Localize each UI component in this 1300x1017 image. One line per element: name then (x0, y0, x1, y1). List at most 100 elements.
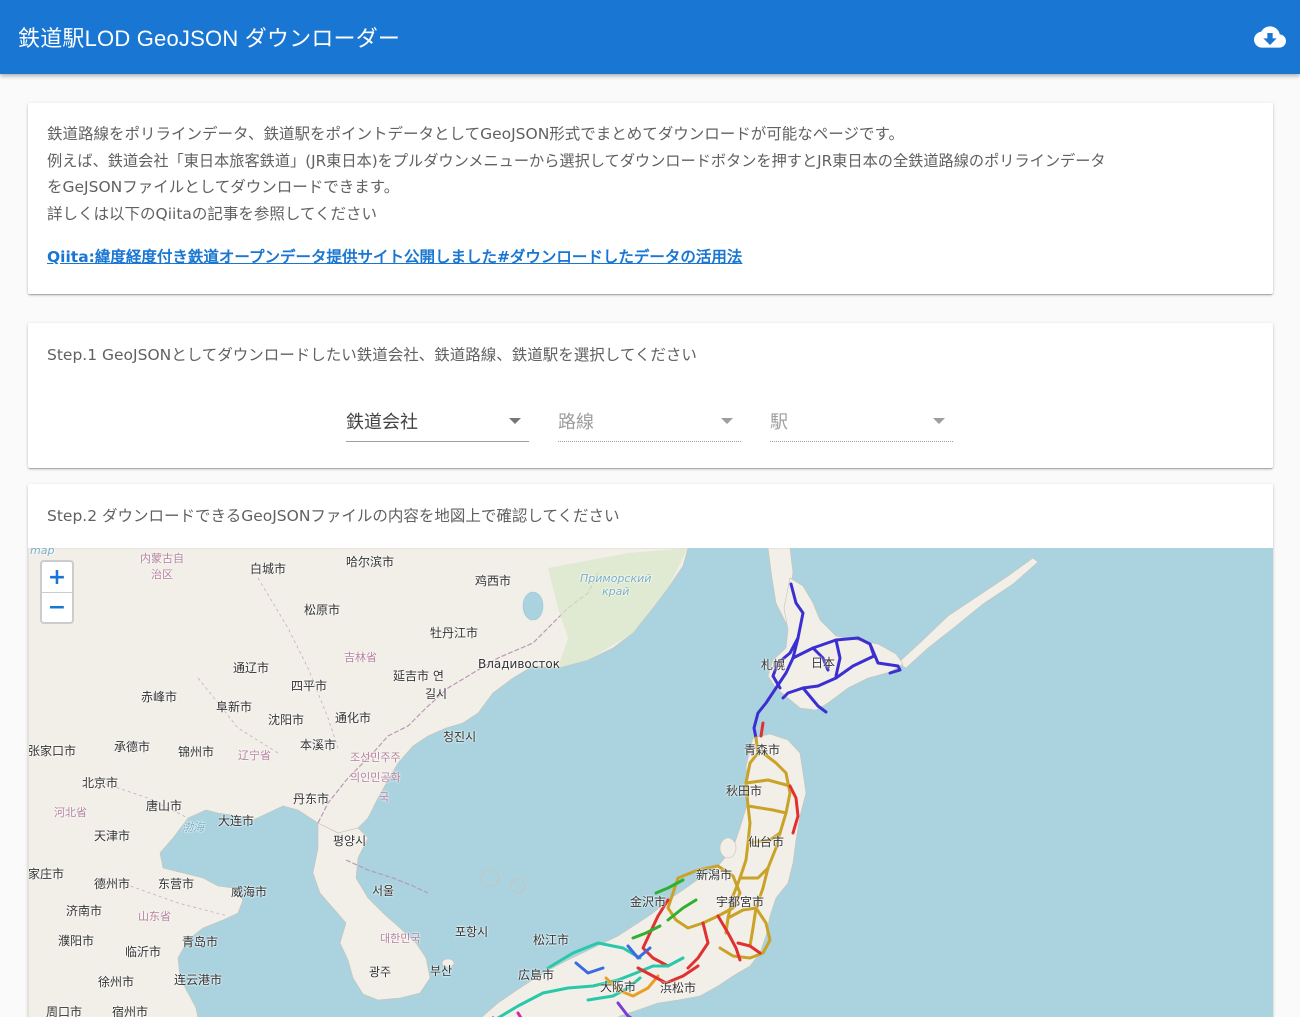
app-bar: 鉄道駅LOD GeoJSON ダウンローダー (0, 0, 1300, 74)
map-label: 서울 (372, 884, 395, 898)
map-label: 本溪市 (300, 738, 337, 752)
map-label: 浜松市 (660, 981, 697, 995)
map-label: 赤峰市 (141, 690, 178, 704)
map-label: 松原市 (304, 603, 341, 617)
intro-text-line: 詳しくは以下のQiitaの記事を参照してください (47, 204, 377, 223)
map-label: 家庄市 (28, 867, 65, 881)
map-label: 内蒙古自 治区 (140, 552, 184, 581)
map-label: 承德市 (114, 740, 151, 754)
map-label: 札幌 (761, 658, 786, 672)
map-label: 威海市 (231, 885, 268, 899)
step2-title: Step.2 ダウンロードできるGeoJSONファイルの内容を地図上で確認してく… (47, 507, 620, 525)
map-label: 连云港市 (174, 973, 223, 987)
map-label: 周口市 (46, 1005, 83, 1017)
station-select[interactable]: 駅 (770, 402, 953, 442)
map-label: 大连市 (218, 814, 255, 828)
map-label: 通化市 (335, 711, 372, 725)
map-label: 天津市 (94, 829, 131, 843)
railway-line-hokuriku (654, 878, 685, 895)
map-label: 濮阳市 (58, 934, 95, 948)
map-label: 부산 (430, 964, 453, 978)
select-underline (346, 441, 529, 442)
map-label: 青森市 (744, 743, 781, 757)
map-label: 국 (379, 791, 390, 804)
map-label: 길시 (425, 687, 448, 701)
map-label: 宿州市 (112, 1005, 149, 1017)
map-label: 山东省 (138, 910, 171, 923)
map-label: 徐州市 (98, 975, 135, 989)
intro-text-line: 例えば、鉄道会社「東日本旅客鉄道」(JR東日本)をプルダウンメニューから選択して… (47, 151, 1106, 170)
map-label: 北京市 (82, 776, 119, 790)
map-label: 조선민주주 (350, 751, 401, 764)
map-label: 仙台市 (748, 835, 785, 849)
map-label: 唐山市 (146, 799, 183, 813)
map-label: 辽宁省 (238, 749, 271, 762)
map-label: 牡丹江市 (430, 626, 479, 640)
chevron-down-icon (509, 418, 521, 424)
map-label: 청진시 (443, 730, 477, 744)
map-view[interactable]: map 内蒙古自 治区 白城市 哈尔滨市 鸡西市 Приморский край… (28, 548, 1273, 1017)
map-label: 东营市 (158, 877, 195, 891)
chevron-down-icon (933, 418, 945, 424)
map-label: 포항시 (455, 925, 489, 939)
map-label: 의인민공화 (350, 771, 401, 784)
map-label: 德州市 (94, 877, 131, 891)
map-label: 张家口市 (28, 744, 77, 758)
intro-text-line: 鉄道路線をポリラインデータ、鉄道駅をポイントデータとしてGeoJSON形式でまと… (47, 125, 904, 143)
map-label: 临沂市 (125, 945, 162, 959)
zoom-out-button[interactable]: − (42, 592, 72, 622)
small-island (480, 869, 500, 887)
step2-card: Step.2 ダウンロードできるGeoJSONファイルの内容を地図上で確認してく… (28, 484, 1273, 1017)
zoom-control: + − (40, 560, 74, 624)
map-label: 阜新市 (216, 700, 253, 714)
intro-card: 鉄道路線をポリラインデータ、鉄道駅をポイントデータとしてGeoJSON形式でまと… (28, 103, 1273, 294)
map-label: 渤海 (182, 821, 204, 834)
map-label: 광주 (369, 965, 392, 979)
cloud-download-icon[interactable] (1254, 21, 1286, 53)
company-select[interactable]: 鉄道会社 (346, 402, 529, 442)
map-label: 秋田市 (726, 784, 763, 798)
kuril-islands (897, 557, 1039, 669)
map-label: 四平市 (291, 679, 328, 693)
map-label: 延吉市 연 (393, 669, 444, 683)
small-island (510, 878, 526, 894)
map-label: 沈阳市 (268, 713, 305, 727)
forest-area (548, 548, 688, 668)
map-label: 평양시 (333, 834, 367, 848)
map-label: 金沢市 (630, 895, 667, 909)
map-label: Приморский край (580, 572, 652, 598)
map-label: 白城市 (250, 562, 287, 576)
map-label: 丹东市 (293, 792, 330, 806)
map-label: 대한민국 (380, 932, 421, 945)
map-label: 新潟市 (696, 868, 733, 882)
company-select-label: 鉄道会社 (346, 412, 418, 433)
line-select[interactable]: 路線 (558, 402, 741, 442)
map-label: 吉林省 (344, 651, 377, 664)
step1-title: Step.1 GeoJSONとしてダウンロードしたい鉄道会社、鉄道路線、鉄道駅を… (47, 346, 697, 364)
map-label: Владивосток (478, 657, 560, 671)
select-underline (770, 441, 953, 442)
station-select-label: 駅 (770, 412, 788, 433)
map-label: 宇都宮市 (716, 895, 765, 909)
map-label: 松江市 (533, 933, 570, 947)
map-label: 広島市 (518, 968, 555, 982)
lake (522, 591, 544, 621)
map-label: 河北省 (54, 806, 87, 819)
step1-card: Step.1 GeoJSONとしてダウンロードしたい鉄道会社、鉄道路線、鉄道駅を… (28, 323, 1273, 468)
zoom-in-button[interactable]: + (42, 562, 72, 592)
select-underline (558, 441, 741, 442)
map-label: 鸡西市 (475, 574, 512, 588)
line-select-label: 路線 (558, 412, 594, 433)
map-label: 锦州市 (178, 745, 215, 759)
map-label: 青岛市 (182, 935, 219, 949)
map-label: 济南市 (66, 904, 103, 918)
map-label: 哈尔滨市 (346, 555, 395, 569)
small-island (719, 837, 737, 859)
map-label: 通辽市 (233, 661, 270, 675)
chevron-down-icon (721, 418, 733, 424)
map-label: 日本 (811, 656, 836, 670)
qiita-article-link[interactable]: Qiita:緯度経度付き鉄道オープンデータ提供サイト公開しました#ダウンロードし… (47, 245, 742, 267)
intro-text-line: をGeJSONファイルとしてダウンロードできます。 (47, 178, 400, 196)
map-label: 大阪市 (600, 980, 637, 994)
map-attribution: map (30, 548, 55, 557)
